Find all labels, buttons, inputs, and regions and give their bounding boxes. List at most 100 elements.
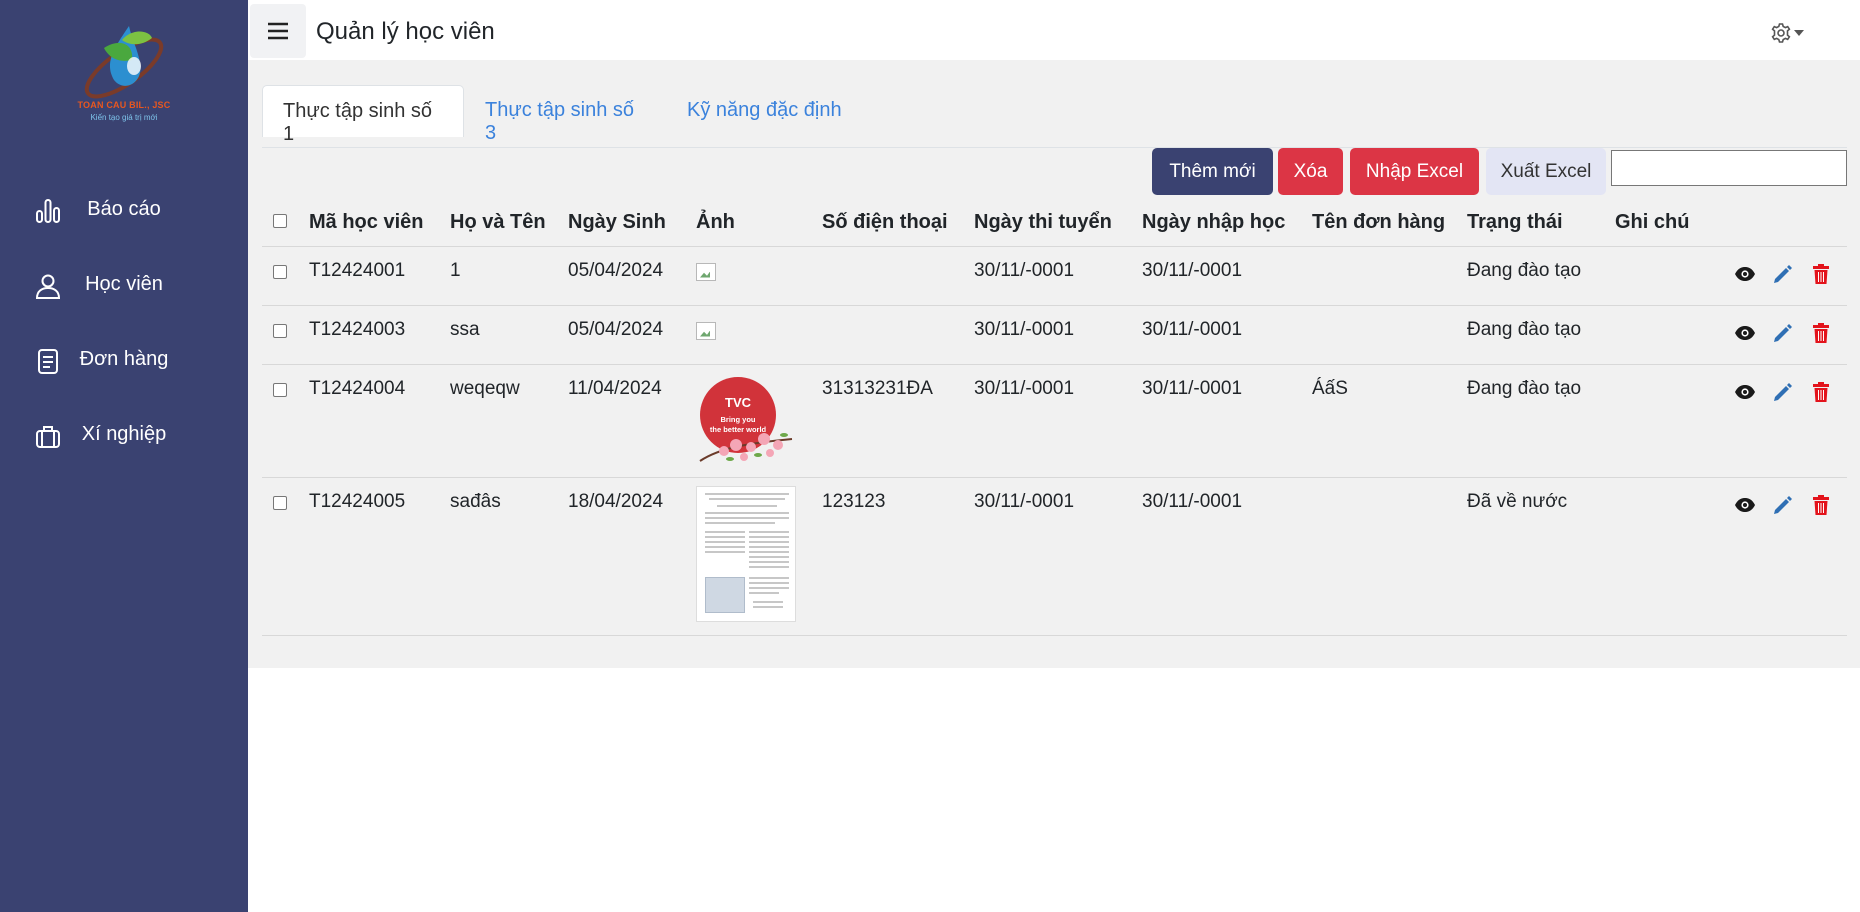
gear-icon <box>1771 23 1804 43</box>
column-header-status[interactable]: Trạng thái <box>1467 200 1615 247</box>
row-actions <box>1720 306 1847 346</box>
student-code: T12424003 <box>309 318 406 340</box>
cell-code: T12424001 <box>309 246 450 306</box>
student-code: T12424005 <box>309 490 406 512</box>
select-all-cell <box>262 200 309 247</box>
cell-enroll-date: 30/11/-0001 <box>1142 477 1312 636</box>
tab-intern-3[interactable]: Thực tập sinh số 3 <box>465 85 667 144</box>
trash-icon[interactable] <box>1808 320 1834 346</box>
trash-icon[interactable] <box>1808 492 1834 518</box>
enroll-date: 30/11/-0001 <box>1142 259 1243 281</box>
company-logo[interactable]: TOAN CAU BIL., JSC Kiến tạo giá trị mới <box>74 18 174 130</box>
row-checkbox[interactable] <box>273 264 287 279</box>
row-checkbox[interactable] <box>273 495 287 510</box>
cell-actions <box>1720 246 1847 306</box>
broken-image-icon <box>696 321 716 340</box>
cell-status: Đã về nước <box>1467 477 1615 636</box>
table-row[interactable]: T12424004 weqeqw 11/04/2024 TVC Bring yo… <box>262 364 1847 478</box>
cell-note <box>1615 305 1720 365</box>
broken-image-icon <box>696 262 716 281</box>
search-input[interactable] <box>1611 150 1847 186</box>
student-dob: 05/04/2024 <box>568 259 664 281</box>
cell-note <box>1615 364 1720 478</box>
menu-toggle-button[interactable] <box>250 4 306 58</box>
cell-order <box>1312 477 1467 636</box>
eye-icon[interactable] <box>1732 320 1758 346</box>
tab-intern-1[interactable]: Thực tập sinh số 1 <box>262 85 464 145</box>
row-checkbox[interactable] <box>273 382 287 397</box>
table-row[interactable]: T12424005 sađâs 18/04/2024 123123 30/11/… <box>262 477 1847 636</box>
column-header-enroll-date[interactable]: Ngày nhập học <box>1142 200 1312 247</box>
sidebar-item-reports[interactable]: Báo cáo <box>0 184 248 234</box>
sidebar-item-students[interactable]: Học viên <box>0 259 248 309</box>
tvc-slogan-line-2: the better world <box>710 425 767 434</box>
add-new-button[interactable]: Thêm mới <box>1152 148 1273 195</box>
exam-date: 30/11/-0001 <box>974 377 1075 399</box>
table-row[interactable]: T12424003 ssa 05/04/2024 30/11/-0001 30/… <box>262 305 1847 365</box>
tab-specified-skills[interactable]: Kỹ năng đặc định <box>667 85 867 137</box>
cell-photo <box>696 246 822 306</box>
column-header-actions <box>1720 200 1847 247</box>
delete-button[interactable]: Xóa <box>1278 148 1343 195</box>
sidebar-item-enterprises[interactable]: Xí nghiệp <box>0 409 248 459</box>
enroll-date: 30/11/-0001 <box>1142 377 1243 399</box>
student-phone: 31313231ĐA <box>822 377 933 399</box>
student-photo[interactable] <box>696 485 796 622</box>
student-photo[interactable]: TVC Bring you the better world <box>696 375 796 475</box>
pencil-icon[interactable] <box>1770 492 1796 518</box>
tvc-slogan-line-1: Bring you <box>721 415 756 424</box>
column-header-dob[interactable]: Ngày Sinh <box>568 200 696 247</box>
student-phone <box>822 247 974 260</box>
sidebar-item-label: Xí nghiệp <box>81 422 167 445</box>
status-text: Đang đào tạo <box>1467 377 1582 399</box>
settings-dropdown[interactable] <box>1770 20 1812 46</box>
cell-enroll-date: 30/11/-0001 <box>1142 364 1312 478</box>
table-row[interactable]: T12424001 1 05/04/2024 30/11/-0001 30/11… <box>262 246 1847 306</box>
student-dob: 18/04/2024 <box>568 490 664 512</box>
pencil-icon[interactable] <box>1770 261 1796 287</box>
column-header-name[interactable]: Họ và Tên <box>450 200 568 247</box>
trash-icon[interactable] <box>1808 379 1834 405</box>
cell-exam-date: 30/11/-0001 <box>974 305 1142 365</box>
cell-dob: 05/04/2024 <box>568 246 696 306</box>
student-code: T12424001 <box>309 259 406 281</box>
export-excel-button[interactable]: Xuất Excel <box>1486 148 1606 195</box>
sidebar-item-orders[interactable]: Đơn hàng <box>0 334 248 384</box>
student-code: T12424004 <box>309 377 406 399</box>
select-all-checkbox[interactable] <box>273 214 287 229</box>
student-name: ssa <box>450 318 480 340</box>
cell-name: sađâs <box>450 477 568 636</box>
column-header-order[interactable]: Tên đơn hàng <box>1312 200 1467 247</box>
tabs-divider <box>262 147 1847 148</box>
eye-icon[interactable] <box>1732 379 1758 405</box>
page-title: Quản lý học viên <box>316 18 495 45</box>
import-excel-button[interactable]: Nhập Excel <box>1350 148 1479 195</box>
hamburger-icon <box>268 22 288 40</box>
cell-code: T12424003 <box>309 305 450 365</box>
status-text: Đang đào tạo <box>1467 259 1582 281</box>
column-header-phone[interactable]: Số điện thoại <box>822 200 974 247</box>
column-header-code[interactable]: Mã học viên <box>309 200 450 247</box>
column-header-exam-date[interactable]: Ngày thi tuyển <box>974 200 1142 247</box>
row-actions <box>1720 478 1847 518</box>
student-phone: 123123 <box>822 490 886 512</box>
trash-icon[interactable] <box>1808 261 1834 287</box>
eye-icon[interactable] <box>1732 261 1758 287</box>
row-select-cell <box>262 364 309 478</box>
logo-mark-icon <box>84 26 164 99</box>
cell-exam-date: 30/11/-0001 <box>974 477 1142 636</box>
order-name: ÁấS <box>1312 377 1348 399</box>
row-checkbox[interactable] <box>273 323 287 338</box>
cell-photo: TVC Bring you the better world <box>696 364 822 478</box>
eye-icon[interactable] <box>1732 492 1758 518</box>
cell-phone <box>822 305 974 365</box>
column-header-photo[interactable]: Ảnh <box>696 200 822 247</box>
column-header-note[interactable]: Ghi chú <box>1615 200 1720 247</box>
cell-dob: 11/04/2024 <box>568 364 696 478</box>
cell-enroll-date: 30/11/-0001 <box>1142 246 1312 306</box>
cell-name: 1 <box>450 246 568 306</box>
pencil-icon[interactable] <box>1770 320 1796 346</box>
pencil-icon[interactable] <box>1770 379 1796 405</box>
status-text: Đã về nước <box>1467 490 1568 512</box>
row-select-cell <box>262 246 309 306</box>
